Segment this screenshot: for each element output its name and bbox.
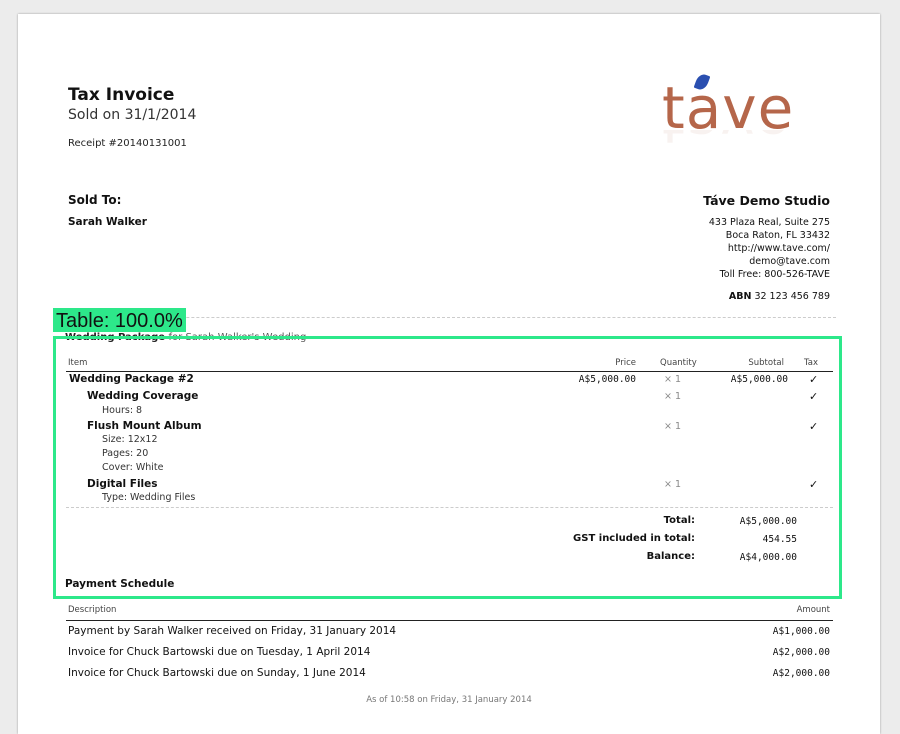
- payment-row-description: Invoice for Chuck Bartowski due on Sunda…: [68, 667, 366, 679]
- col-header-amount: Amount: [796, 605, 830, 615]
- abn-value: 32 123 456 789: [754, 291, 830, 302]
- invoice-title: Tax Invoice: [68, 85, 175, 105]
- studio-address: 433 Plaza Real, Suite 275 Boca Raton, FL…: [709, 216, 830, 281]
- table-detection-label: Table: 100.0%: [53, 308, 186, 332]
- table-detection-box: [53, 336, 842, 599]
- studio-name: Táve Demo Studio: [703, 193, 830, 208]
- invoice-page: Tax Invoice Sold on 31/1/2014 Receipt #2…: [18, 14, 880, 734]
- payment-row-description: Payment by Sarah Walker received on Frid…: [68, 625, 397, 637]
- payment-row-amount: A$2,000.00: [772, 668, 830, 679]
- payment-row-description: Invoice for Chuck Bartowski due on Tuesd…: [68, 646, 371, 658]
- payment-row-amount: A$1,000.00: [772, 626, 830, 637]
- sold-to-label: Sold To:: [68, 193, 122, 207]
- payment-header-rule: [66, 620, 833, 621]
- tave-logo: tave tave: [658, 72, 808, 162]
- abn: ABN 32 123 456 789: [729, 291, 830, 302]
- phone-line: Toll Free: 800-526-TAVE: [719, 269, 830, 280]
- website-link[interactable]: http://www.tave.com/: [709, 242, 830, 255]
- email-link[interactable]: demo@tave.com: [709, 255, 830, 268]
- sold-on-date: Sold on 31/1/2014: [68, 107, 197, 123]
- logo-reflection: tave: [662, 130, 790, 156]
- abn-label: ABN: [728, 291, 752, 302]
- generated-timestamp: As of 10:58 on Friday, 31 January 2014: [366, 695, 532, 705]
- receipt-number: Receipt #20140131001: [68, 138, 187, 149]
- address-line: Boca Raton, FL 33432: [725, 230, 830, 241]
- payment-row-amount: A$2,000.00: [772, 647, 830, 658]
- customer-name: Sarah Walker: [68, 216, 147, 228]
- col-header-description: Description: [68, 605, 117, 615]
- address-line: 433 Plaza Real, Suite 275: [708, 217, 830, 228]
